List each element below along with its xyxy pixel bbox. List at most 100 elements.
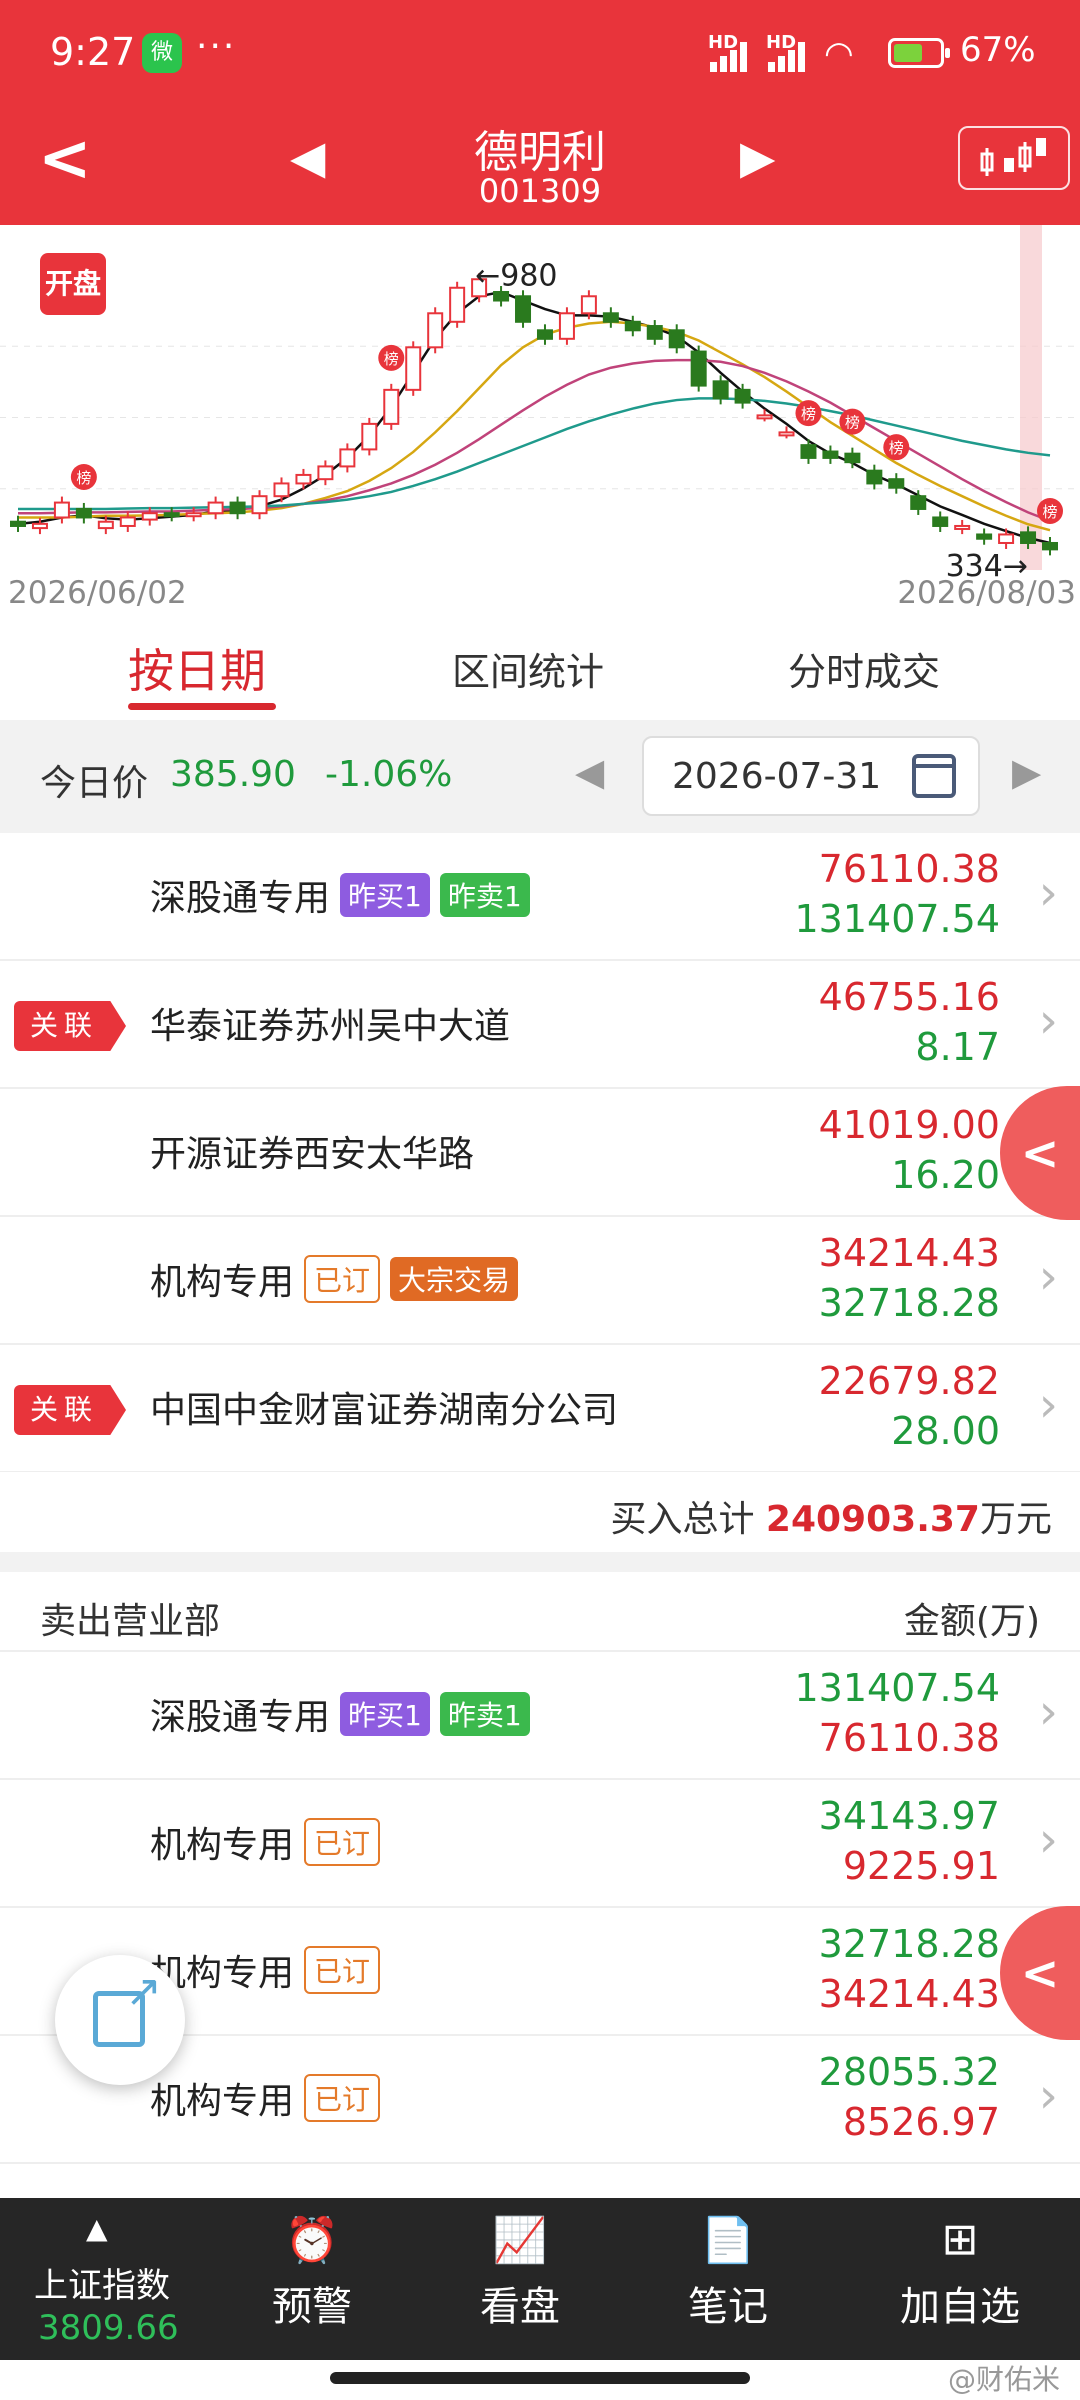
bang-marker: 榜 [70,463,97,490]
chevron-right-icon: › [1038,865,1058,921]
alert-button[interactable]: ⏰ 预警 [232,2198,392,2360]
home-indicator[interactable] [330,2372,750,2384]
bang-marker: 榜 [1037,497,1063,524]
candle [910,495,927,510]
notes-button[interactable]: 📄 笔记 [648,2198,808,2360]
buy-amount: 76110.38 [818,847,1000,891]
sell-broker-row[interactable]: 深股通专用 昨买1 昨卖1 131407.54 76110.38 › [0,1652,1080,1780]
battery-fill [894,44,922,62]
prev-date-button[interactable]: ◀ [575,750,604,794]
kline-toggle-button[interactable] [958,126,1070,190]
buy-broker-row[interactable]: 深股通专用 昨买1 昨卖1 76110.38 131407.54 › [0,833,1080,961]
candle [998,533,1015,544]
status-bar: 9:27 微 ··· HD HD ◠ 67% [0,0,1080,108]
candle [866,469,883,485]
related-badge[interactable]: 关联 [14,1001,126,1051]
chevron-right-icon: › [1038,993,1058,1049]
bang-marker: 榜 [883,434,910,461]
candle [646,325,663,340]
sell-amount: 32718.28 [818,1281,1000,1325]
kline-svg: 榜榜榜 榜榜榜←980334→ [0,225,1080,584]
bang-marker-label: 榜 [76,469,91,487]
candle [119,516,136,527]
bottom-toolbar: ▲ 上证指数 3809.66 ⏰ 预警 📈 看盘 📄 笔记 ⊞ 加自选 [0,2198,1080,2360]
candle [229,501,246,515]
calendar-icon [912,754,956,798]
bang-marker-label: 榜 [384,350,399,368]
plus-square-icon: ⊞ [941,2214,979,2265]
tab-by-date[interactable]: 按日期 [128,635,266,701]
sell-broker-row[interactable]: 机构专用 已订 34143.97 9225.91 › [0,1780,1080,1908]
buy-broker-row[interactable]: 开源证券西安太华路41019.0016.20› [0,1089,1080,1217]
candle [558,312,575,340]
kline-chart[interactable]: 榜榜榜榜榜榜 ←980 334→ 开盘 2026/06/02 2026/08/03 [0,225,1080,615]
add-watchlist-button[interactable]: ⊞ 加自选 [870,2198,1050,2360]
related-badge[interactable]: 关联 [14,1385,126,1435]
candle [844,452,861,464]
candle [690,350,707,387]
tab-intraday-trades[interactable]: 分时成交 [788,641,940,696]
chevron-right-icon: › [1038,1684,1058,1740]
monitor-chart-icon: 📈 [492,2215,548,2266]
chevron-right-icon: › [1038,2068,1058,2124]
share-float-button[interactable] [55,1955,185,2085]
candle [515,295,532,323]
candle [822,450,839,459]
broker-tag: 已订 [304,1946,381,1994]
buy-total-amount: 240903.37 [765,1499,980,1540]
signal-icon-1 [710,42,756,72]
today-price: 385.90 [170,754,296,795]
sell-header: 卖出营业部 金额(万) [0,1572,1080,1652]
index-value: 3809.66 [38,2308,179,2348]
notes-label: 笔记 [688,2284,768,2330]
buy-broker-row[interactable]: 机构专用 已订 大宗交易 34214.43 32718.28 › [0,1217,1080,1345]
broker-tag: 大宗交易 [390,1257,519,1301]
index-name: 上证指数 [34,2266,170,2306]
signal-icon-2 [768,42,814,72]
buy-amount: 34214.43 [818,1231,1000,1275]
next-date-button[interactable]: ▶ [1012,750,1041,794]
buy-amount: 22679.82 [818,1359,1000,1403]
sell-amount: 131407.54 [794,897,1001,941]
tab-range-stats[interactable]: 区间统计 [452,641,604,696]
broker-name: 中国中金财富证券湖南分公司 [150,1390,619,1431]
bang-marker-label: 榜 [801,405,816,423]
candle [53,501,70,519]
next-stock-button[interactable]: ▶ [740,130,775,184]
status-time: 9:27 [50,30,136,74]
candle [97,520,114,530]
sell-amount: 131407.54 [794,1666,1001,1710]
broker-name: 华泰证券苏州吴中大道 [150,1006,511,1047]
candle [932,516,949,527]
price-bar: 今日价 385.90 -1.06% ◀ 2026-07-31 ▶ [0,720,1080,833]
selected-day-band [1020,225,1042,570]
candle [251,495,268,515]
candle [800,444,817,459]
bang-marker: 榜 [839,408,866,435]
high-price-label: ←980 [475,258,557,293]
alert-label: 预警 [272,2284,352,2330]
header-bar: < ◀ 德明利 001309 ▶ [0,108,1080,225]
chart-start-date: 2026/06/02 [8,575,187,611]
buy-total-label: 买入总计 [610,1499,755,1540]
watch-market-button[interactable]: 📈 看盘 [440,2198,600,2360]
date-picker[interactable]: 2026-07-31 [642,736,980,816]
buy-broker-row[interactable]: 关联 中国中金财富证券湖南分公司 22679.82 28.00 › [0,1345,1080,1473]
candle [712,380,729,400]
buy-broker-row[interactable]: 关联 华泰证券苏州吴中大道 46755.16 8.17 › [0,961,1080,1089]
watermark: @财佑米 [947,2363,1060,2396]
open-market-badge: 开盘 [40,253,106,315]
sell-header-amount-label: 金额(万) [903,1601,1040,1642]
sell-header-title: 卖出营业部 [40,1601,221,1642]
wifi-icon: ◠ [824,34,854,74]
bang-marker-label: 榜 [889,439,904,457]
sell-amount: 32718.28 [818,1922,1000,1966]
index-ticker[interactable]: ▲ 上证指数 3809.66 [0,2198,210,2360]
candle [778,431,795,437]
broker-name: 机构专用 [150,1825,295,1866]
candle [602,312,619,323]
chevron-right-icon: › [1038,1812,1058,1868]
broker-tag: 已订 [304,1255,381,1303]
price-change: -1.06% [325,754,453,795]
alarm-clock-icon: ⏰ [284,2215,340,2266]
